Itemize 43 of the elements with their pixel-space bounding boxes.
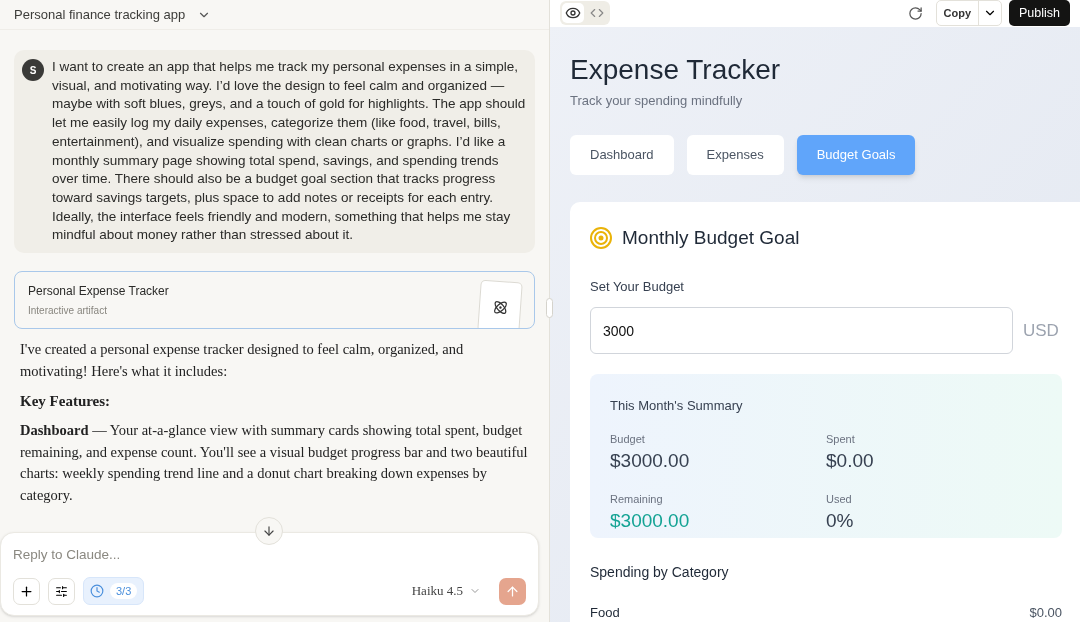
reply-input[interactable]: Reply to Claude... (13, 545, 526, 566)
budget-label: Set Your Budget (590, 277, 685, 296)
refresh-icon[interactable] (907, 5, 923, 21)
app-title: Expense Tracker (570, 52, 782, 87)
app-subtitle: Track your spending mindfully (570, 91, 744, 110)
stat-value: $0.00 (826, 449, 875, 473)
stat-value: $3000.00 (610, 449, 691, 473)
artifact-title: Personal Expense Tracker (28, 283, 169, 301)
response-paragraph: I've created a personal expense tracker designed to feel calm, organized, and motivating! Here's what it includes: (20, 340, 465, 381)
artifact-subtitle: Interactive artifact (28, 304, 108, 319)
stat-label: Budget (610, 431, 646, 447)
card-title: Monthly Budget Goal (622, 226, 800, 250)
response-paragraph: Dashboard — Your at-a-glance view with summary cards showing total spent, budget remaining, and expense count. You'll see a visual budget progress bar and two beautiful charts: weekly spending trend line and a donut chart breaking down expenses by category. (20, 421, 529, 505)
atom-icon (492, 299, 508, 316)
tab[interactable]: Expenses (686, 135, 784, 175)
arrow-down-icon (262, 524, 276, 538)
stat-label: Used (826, 491, 853, 507)
user-message-text: I want to create an app that helps me track my personal expenses in a simple, visual, and motivating way. I’d love the design to feel calm and organized — maybe with soft blues, greys, and a touch of gold for highlights. The app should let me easily log my daily expenses, categorize them (like food, travel, bills, entertainment), and visualize spending with clean charts or graphs. I’d like a monthly summary page showing total spend, savings, and spending trends over time. There should also be a budget goal section that tracks progress toward savings targets, plus space to add notes or receipts for each entry. Ideally, the interface feels friendly and modern, something that helps me stay mindful about money rather than stressed about it. (52, 58, 527, 245)
stat-value: 0% (826, 509, 855, 533)
conversation-title[interactable]: Personal finance tracking app (14, 4, 186, 25)
add-button[interactable] (13, 577, 40, 605)
category-heading: Spending by Category (590, 562, 730, 582)
category-amount: $0.00 (1029, 603, 1062, 622)
response-heading: Key Features: (20, 392, 112, 412)
plus-icon (19, 583, 34, 599)
sliders-icon (55, 584, 68, 598)
stat-value: $3000.00 (610, 509, 691, 533)
target-icon (590, 227, 612, 250)
preview-button[interactable] (562, 3, 584, 24)
tab[interactable]: Dashboard (570, 135, 674, 175)
clock-icon (90, 584, 104, 598)
artifact-card[interactable]: Personal Expense Tracker Interactive artifact (14, 271, 535, 330)
summary-title: This Month's Summary (610, 397, 744, 415)
publish-button[interactable]: Publish (1009, 0, 1070, 27)
model-selector[interactable]: Haiku 4.5 (411, 581, 481, 601)
scroll-down-button[interactable] (255, 517, 283, 545)
category-name: Food (590, 603, 620, 622)
stat-label: Spent (826, 431, 856, 447)
currency-label: USD (1023, 319, 1059, 342)
settings-button[interactable] (48, 577, 75, 605)
stat-label: Remaining (610, 491, 664, 507)
user-avatar: S (22, 59, 44, 81)
budget-input[interactable]: 3000 (590, 307, 1013, 354)
